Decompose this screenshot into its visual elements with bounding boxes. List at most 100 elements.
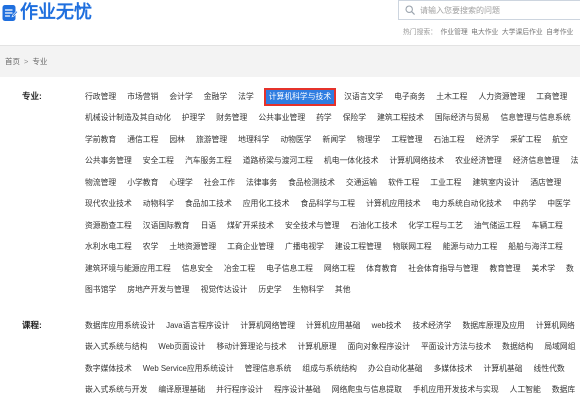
major-tag[interactable]: 法学 xyxy=(238,90,254,104)
major-tag[interactable]: 行政管理 xyxy=(85,90,116,104)
major-tag[interactable]: 市场营销 xyxy=(127,90,158,104)
major-tag[interactable]: 汽车服务工程 xyxy=(185,154,232,168)
course-tag[interactable]: 线性代数 xyxy=(534,362,565,376)
major-tag[interactable]: 信息管理与信息系统 xyxy=(500,111,570,125)
major-tag[interactable]: 道路桥梁与渡河工程 xyxy=(243,154,313,168)
major-tag[interactable]: 石油化工技术 xyxy=(351,219,398,233)
course-tag[interactable]: 嵌入式系统与开发 xyxy=(85,383,147,397)
major-tag[interactable]: 采矿工程 xyxy=(510,133,541,147)
major-tag[interactable]: 食品科学与工程 xyxy=(301,197,356,211)
major-tag[interactable]: 经济信息管理 xyxy=(513,154,560,168)
course-tag[interactable]: 技术经济学 xyxy=(412,319,451,333)
course-tag[interactable]: 计算机应用基础 xyxy=(306,319,361,333)
major-tag[interactable]: 动物科学 xyxy=(143,197,174,211)
course-tag[interactable]: 嵌入式系统与结构 xyxy=(85,340,147,354)
course-tag[interactable]: 网络爬虫与信息提取 xyxy=(332,383,402,397)
major-tag[interactable]: 学前教育 xyxy=(85,133,116,147)
major-tag[interactable]: 物理学 xyxy=(357,133,380,147)
major-tag[interactable]: 生物科学 xyxy=(293,283,324,297)
major-tag[interactable]: 酒店管理 xyxy=(530,176,561,190)
course-tag[interactable]: 计算机网络 xyxy=(536,319,575,333)
major-tag[interactable]: 心理学 xyxy=(169,176,192,190)
course-tag[interactable]: Web页面设计 xyxy=(158,340,205,354)
major-tag[interactable]: 电子信息工程 xyxy=(266,262,313,276)
major-tag[interactable]: 航空 xyxy=(552,133,568,147)
major-tag[interactable]: 工业工程 xyxy=(430,176,461,190)
course-tag[interactable]: 计算机基础 xyxy=(484,362,523,376)
major-tag[interactable]: 社会工作 xyxy=(204,176,235,190)
major-tag[interactable]: 新闻学 xyxy=(323,133,346,147)
major-tag[interactable]: 计算机网络技术 xyxy=(390,154,445,168)
course-tag[interactable]: 局域网组 xyxy=(544,340,575,354)
major-tag[interactable]: 软件工程 xyxy=(388,176,419,190)
major-tag[interactable]: 广播电视学 xyxy=(285,240,324,254)
major-tag[interactable]: 公共事务管理 xyxy=(85,154,132,168)
major-tag[interactable]: 网络工程 xyxy=(324,262,355,276)
major-tag[interactable]: 建筑室内设计 xyxy=(472,176,519,190)
site-logo[interactable]: 作业无忧 xyxy=(2,3,92,23)
search-box[interactable] xyxy=(398,0,580,20)
major-tag[interactable]: 资源勘查工程 xyxy=(85,219,132,233)
major-tag[interactable]: 公共事业管理 xyxy=(258,111,305,125)
major-tag[interactable]: 工程管理 xyxy=(391,133,422,147)
course-tag[interactable]: web技术 xyxy=(372,319,402,333)
major-tag[interactable]: 船舶与海洋工程 xyxy=(508,240,563,254)
major-tag[interactable]: 农学 xyxy=(143,240,159,254)
major-tag[interactable]: 中医学 xyxy=(547,197,570,211)
major-tag[interactable]: 社会体育指导与管理 xyxy=(408,262,478,276)
course-tag[interactable]: 程序设计基础 xyxy=(274,383,321,397)
major-tag[interactable]: 食品加工技术 xyxy=(185,197,232,211)
course-tag[interactable]: 数据结构 xyxy=(502,340,533,354)
hot-search-item[interactable]: 自考作业 xyxy=(546,26,573,36)
major-tag[interactable]: 土木工程 xyxy=(436,90,467,104)
major-tag[interactable]: 工商企业管理 xyxy=(227,240,274,254)
major-tag[interactable]: 美术学 xyxy=(532,262,555,276)
hot-search-item[interactable]: 大学课后作业 xyxy=(502,26,543,36)
major-tag[interactable]: 会计学 xyxy=(169,90,192,104)
major-tag[interactable]: 车辆工程 xyxy=(532,219,563,233)
course-tag[interactable]: 编译原理基础 xyxy=(158,383,205,397)
course-tag[interactable]: 人工智能 xyxy=(510,383,541,397)
major-tag[interactable]: 体育教育 xyxy=(366,262,397,276)
course-tag[interactable]: 数据库原理及应用 xyxy=(462,319,524,333)
major-tag[interactable]: 历史学 xyxy=(258,283,281,297)
major-tag[interactable]: 法律事务 xyxy=(246,176,277,190)
major-tag[interactable]: 数 xyxy=(566,262,574,276)
major-tag[interactable]: 机电一体化技术 xyxy=(324,154,379,168)
course-tag[interactable]: 数据库 xyxy=(552,383,575,397)
major-tag-selected[interactable]: 计算机科学与技术 xyxy=(263,87,337,106)
major-tag[interactable]: 中药学 xyxy=(513,197,536,211)
hot-search-item[interactable]: 电大作业 xyxy=(471,26,498,36)
course-tag[interactable]: 数字媒体技术 xyxy=(85,362,132,376)
major-tag[interactable]: 日语 xyxy=(201,219,217,233)
major-tag[interactable]: 财务管理 xyxy=(216,111,247,125)
course-tag[interactable]: 并行程序设计 xyxy=(216,383,263,397)
course-tag[interactable]: Java语言程序设计 xyxy=(166,319,229,333)
major-tag[interactable]: 物流管理 xyxy=(85,176,116,190)
course-tag[interactable]: 移动计算理论与技术 xyxy=(216,340,286,354)
major-tag[interactable]: 电子商务 xyxy=(394,90,425,104)
major-tag[interactable]: 房地产开发与管理 xyxy=(127,283,189,297)
course-tag[interactable]: 计算机原理 xyxy=(298,340,337,354)
major-tag[interactable]: 农业经济管理 xyxy=(455,154,502,168)
search-icon[interactable] xyxy=(405,5,415,15)
course-tag[interactable]: Web Service应用系统设计 xyxy=(143,362,234,376)
course-tag[interactable]: 组成与系统结构 xyxy=(302,362,357,376)
major-tag[interactable]: 汉语言文学 xyxy=(344,90,383,104)
major-tag[interactable]: 信息安全 xyxy=(182,262,213,276)
major-tag[interactable]: 其他 xyxy=(335,283,351,297)
major-tag[interactable]: 食品检测技术 xyxy=(288,176,335,190)
course-tag[interactable]: 手机应用开发技术与实现 xyxy=(413,383,499,397)
course-tag[interactable]: 数据库应用系统设计 xyxy=(85,319,155,333)
course-tag[interactable]: 管理信息系统 xyxy=(245,362,292,376)
major-tag[interactable]: 现代农业技术 xyxy=(85,197,132,211)
search-input[interactable] xyxy=(420,5,575,15)
course-tag[interactable]: 办公自动化基础 xyxy=(368,362,423,376)
major-tag[interactable]: 土地资源管理 xyxy=(169,240,216,254)
major-tag[interactable]: 应用化工技术 xyxy=(243,197,290,211)
course-tag[interactable]: 面向对象程序设计 xyxy=(348,340,410,354)
major-tag[interactable]: 护理学 xyxy=(182,111,205,125)
major-tag[interactable]: 园林 xyxy=(169,133,185,147)
major-tag[interactable]: 金融学 xyxy=(204,90,227,104)
major-tag[interactable]: 地理科学 xyxy=(238,133,269,147)
